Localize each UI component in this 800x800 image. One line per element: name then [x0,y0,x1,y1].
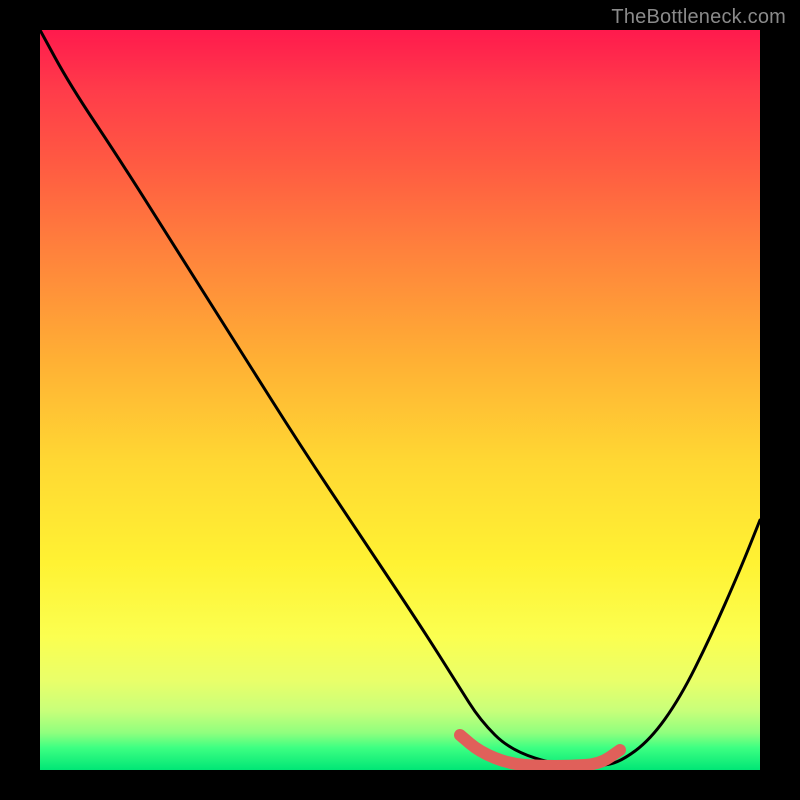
background-gradient [40,30,760,770]
chart-frame: TheBottleneck.com [0,0,800,800]
watermark-text: TheBottleneck.com [611,6,786,29]
plot-area [40,30,760,770]
